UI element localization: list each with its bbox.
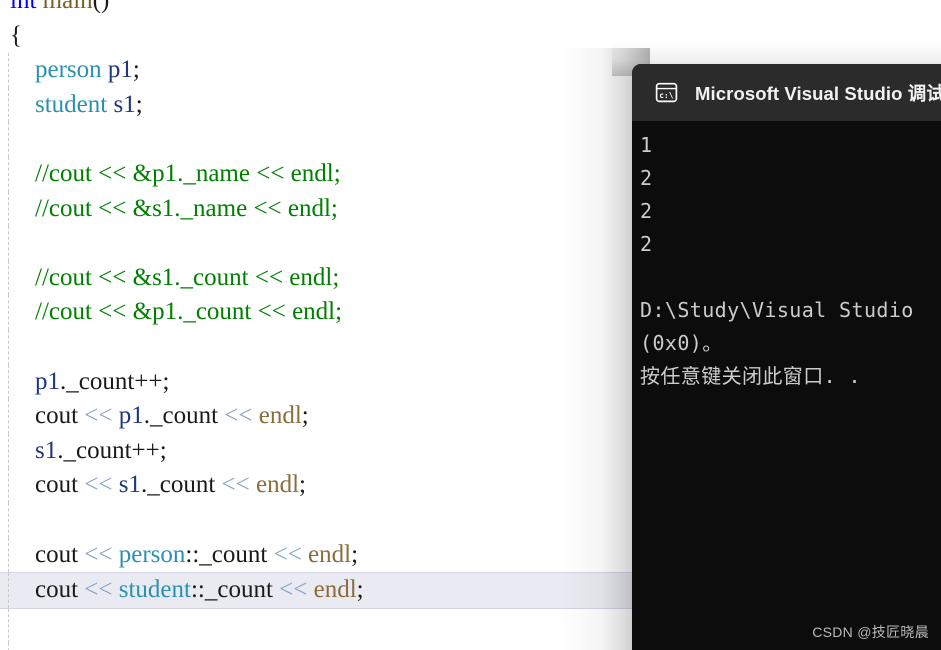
code-token: << [273,540,302,568]
code-token: ; [356,576,364,604]
code-token: << [84,576,113,604]
code-token: cout [35,402,85,430]
console-output-area[interactable]: 1 2 2 2 D:\Study\Visual Studio (0x0)。按任意键关闭此… [632,121,941,650]
csdn-watermark: CSDN @技匠晓晨 [812,624,929,640]
code-token: ; [351,540,359,568]
code-token: ._count [140,471,222,499]
code-token: ::_count [190,576,280,604]
console-title-bar[interactable]: c:\ Microsoft Visual Studio 调试控 [632,64,941,121]
console-output-line: 2 [640,199,653,223]
code-token: () [92,0,110,14]
code-token: //cout << &p1._count << endl; [35,298,343,326]
console-output-line: (0x0)。 [640,331,723,355]
code-token: ; [135,90,143,118]
code-token: endl [255,471,300,499]
code-token: //cout << &s1._name << endl; [35,194,338,222]
code-token: main [42,0,93,14]
code-token: endl [258,402,302,430]
svg-text:c:\: c:\ [659,91,674,100]
code-token: << [84,471,113,499]
console-title-text: Microsoft Visual Studio 调试控 [695,82,941,104]
code-token: int [10,0,37,14]
code-token: endl [313,576,357,604]
code-token: << [279,576,308,604]
code-token: << [84,402,113,430]
code-token: ; [299,471,306,499]
code-token: ::_count [185,540,274,568]
code-token: p1 [118,402,144,430]
code-token: ._count [143,402,225,430]
console-output-line: 2 [640,232,653,256]
code-token: student [118,576,191,604]
code-token: ._count++; [60,367,170,395]
code-token: p1 [107,56,133,84]
code-token: << [221,471,250,499]
console-output-line: 2 [640,166,653,190]
code-token: s1 [35,436,58,464]
console-cmd-icon: c:\ [655,82,678,103]
code-token: s1 [113,90,136,118]
code-token: person [35,56,102,84]
code-token: return [35,646,95,650]
code-token: 0; [95,646,120,650]
code-token: ; [301,402,309,430]
code-token: << [84,540,113,568]
console-output-line: 按任意键关闭此窗口. . [640,364,861,388]
code-token: //cout << &s1._count << endl; [35,263,340,291]
code-token: cout [35,576,85,604]
console-output-line: D:\Study\Visual Studio [640,298,914,322]
code-token: { [10,21,22,49]
code-token: s1 [118,471,141,499]
code-token: person [118,540,186,568]
code-token: endl [308,540,352,568]
console-output-line: 1 [640,133,653,157]
debug-console-window[interactable]: c:\ Microsoft Visual Studio 调试控 1 2 2 2 D:\… [632,64,941,650]
code-token: p1 [35,367,60,395]
code-line[interactable]: { [0,19,941,54]
code-token: cout [35,540,85,568]
code-token: ; [132,56,140,84]
code-line[interactable]: int main() [0,0,941,19]
code-token: //cout << &p1._name << endl; [35,159,341,187]
code-token: cout [35,471,85,499]
code-token: ._count++; [57,436,167,464]
code-token: << [224,402,253,430]
code-token: student [35,90,108,118]
